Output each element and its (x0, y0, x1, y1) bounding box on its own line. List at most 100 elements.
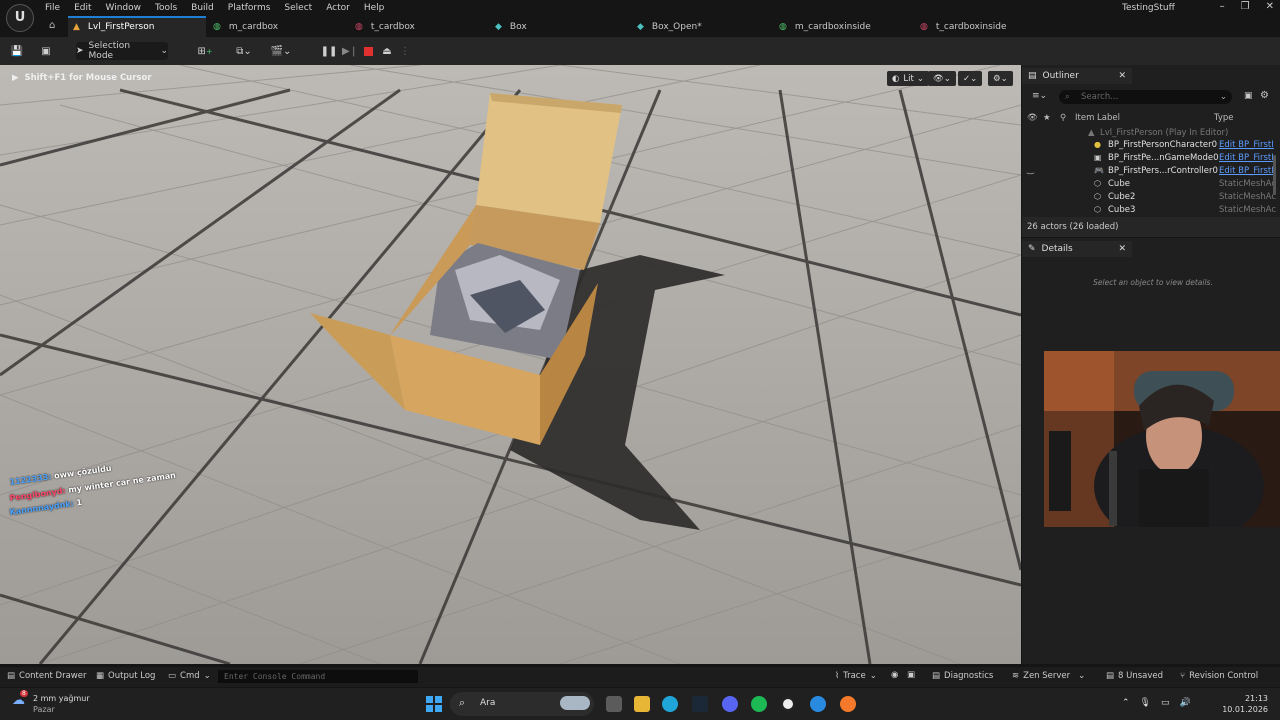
details-empty-message: Select an object to view details. (1093, 278, 1213, 287)
checkmark-icon: ✓ (963, 73, 971, 84)
save-icon[interactable]: 💾 (10, 42, 24, 60)
menu-file[interactable]: File (38, 2, 67, 14)
tab-t-cardbox[interactable]: ◍ t_cardbox (355, 16, 415, 37)
microphone-icon[interactable]: 🎙 (1140, 698, 1151, 708)
document-tabs: ⌂ ▲ Lvl_FirstPerson ◍ m_cardbox ◍ t_card… (0, 16, 1280, 37)
blender-icon[interactable] (840, 696, 856, 712)
minimize-icon[interactable]: – (1220, 1, 1225, 12)
cinematics-button[interactable]: 🎬⌄ (268, 42, 294, 60)
chevron-down-icon: ⌄ (1219, 92, 1227, 102)
network-icon[interactable]: ▭ (1161, 698, 1170, 708)
close-icon[interactable]: ✕ (1266, 1, 1274, 12)
pencil-icon: ✎ (1028, 244, 1036, 254)
unsaved-button[interactable]: ▤ 8 Unsaved (1106, 671, 1163, 681)
show-flags-dropdown[interactable]: 👁 ⌄ (928, 71, 956, 86)
eye-icon: 👁 (933, 73, 944, 84)
outliner-row[interactable]: ▣ BP_FirstPe...nGameMode0 Edit BP_FirstI (1022, 152, 1280, 165)
eject-button[interactable]: ⏏ (380, 42, 394, 60)
weather-widget-icon[interactable]: ☁ 8 (12, 690, 28, 709)
tab-box[interactable]: ◆ Box (495, 16, 527, 37)
unreal-engine-icon[interactable] (780, 696, 796, 712)
viewport-scene (0, 65, 1021, 664)
level-viewport[interactable]: ▶ Shift+F1 for Mouse Cursor ◐ Lit ⌄ 👁 ⌄ ✓ ⌄… (0, 65, 1021, 664)
cmd-dropdown[interactable]: ▭ Cmd ⌄ (168, 671, 211, 681)
chevron-up-icon[interactable]: ⌃ (1122, 698, 1130, 708)
tab-m-cardboxinside[interactable]: ◍ m_cardboxinside (779, 16, 871, 37)
blueprint-button[interactable]: ⧉⌄ (232, 42, 256, 60)
record-icon[interactable]: ◉ (891, 670, 898, 680)
realtime-dropdown[interactable]: ✓ ⌄ (958, 71, 983, 86)
menu-actor[interactable]: Actor (319, 2, 357, 14)
more-options-icon[interactable]: ⋮ (400, 42, 410, 60)
branch-icon: ⑂ (1180, 671, 1186, 681)
add-folder-icon[interactable]: ▣ (1244, 91, 1253, 101)
outliner-row[interactable]: ⬡ Cube StaticMeshAc (1022, 178, 1280, 191)
outliner-search-input[interactable]: ⌕ Search... ⌄ (1059, 90, 1232, 104)
diagnostics-button[interactable]: ▤ Diagnostics (932, 671, 993, 681)
tab-box-open[interactable]: ◆ Box_Open* (637, 16, 702, 37)
viewport-hint: ▶ Shift+F1 for Mouse Cursor (12, 73, 152, 83)
restore-icon[interactable]: ❐ (1241, 1, 1250, 12)
zen-server-dropdown[interactable]: ≋ Zen Server ⌄ (1012, 671, 1085, 681)
taskbar-search-input[interactable]: ⌕ Ara (450, 692, 594, 716)
gamemode-icon: ▣ (1094, 153, 1102, 162)
level-icon: ▲ (73, 21, 80, 32)
unreal-logo-icon[interactable]: U (6, 4, 34, 32)
menu-edit[interactable]: Edit (67, 2, 98, 14)
cursor-icon: ➤ (76, 46, 84, 56)
add-actor-button[interactable]: ⊞ + (194, 42, 216, 60)
close-icon[interactable]: ✕ (1118, 244, 1126, 254)
content-drawer-button[interactable]: ▤ Content Drawer (7, 671, 86, 681)
app-icon[interactable] (810, 696, 826, 712)
level-icon: ▲ (1088, 128, 1095, 138)
console-command-input[interactable]: Enter Console Command (218, 670, 418, 683)
outliner-row[interactable]: ⬡ Cube3 StaticMeshAc (1022, 204, 1280, 216)
status-bar: ▤ Content Drawer ▦ Output Log ▭ Cmd ⌄ Enter … (0, 667, 1280, 687)
outliner-scrollbar[interactable] (1273, 155, 1276, 195)
windows-start-icon[interactable] (426, 696, 442, 712)
menu-window[interactable]: Window (99, 2, 149, 14)
main-menu: File Edit Window Tools Build Platforms S… (38, 2, 391, 14)
spotify-icon[interactable] (751, 696, 767, 712)
home-icon[interactable]: ⌂ (49, 20, 55, 31)
file-explorer-icon[interactable] (634, 696, 650, 712)
screenshot-icon[interactable]: ▣ (907, 670, 915, 680)
trace-dropdown[interactable]: ⌇ Trace ⌄ (835, 671, 877, 681)
speaker-icon[interactable]: 🔊 (1180, 698, 1191, 708)
menu-build[interactable]: Build (184, 2, 221, 14)
menu-platforms[interactable]: Platforms (221, 2, 278, 14)
eye-closed-icon[interactable]: ‿ (1027, 165, 1034, 175)
step-button[interactable]: ▶❘ (342, 42, 358, 60)
pause-button[interactable]: ❚❚ (321, 42, 338, 60)
system-clock[interactable]: 21:13 10.01.2026 (1222, 693, 1268, 715)
tab-lvl-firstperson[interactable]: ▲ Lvl_FirstPerson (68, 16, 206, 37)
mesh-icon: ◆ (637, 21, 644, 32)
details-tab[interactable]: ✎ Details ✕ (1022, 241, 1132, 257)
outliner-row[interactable]: ● BP_FirstPersonCharacter0 Edit BP_First… (1022, 139, 1280, 152)
edge-browser-icon[interactable] (662, 696, 678, 712)
task-view-icon[interactable] (606, 696, 622, 712)
view-mode-dropdown[interactable]: ◐ Lit ⌄ (887, 71, 929, 86)
outliner-row[interactable]: ‿ 🎮 BP_FirstPers...rController0 Edit BP_… (1022, 165, 1280, 178)
webcam-image (1044, 351, 1280, 527)
weather-widget[interactable]: 2 mm yağmur Pazar (33, 693, 90, 715)
stop-button[interactable] (362, 42, 374, 60)
content-browser-icon[interactable]: ▣ (38, 42, 54, 60)
output-log-button[interactable]: ▦ Output Log (96, 671, 155, 681)
filter-icon[interactable]: ≡⌄ (1032, 91, 1047, 101)
revision-control-button[interactable]: ⑂ Revision Control (1180, 671, 1258, 681)
gear-icon[interactable]: ⚙ (1260, 90, 1269, 101)
close-icon[interactable]: ✕ (1118, 71, 1126, 81)
steam-icon[interactable] (692, 696, 708, 712)
menu-tools[interactable]: Tools (148, 2, 184, 14)
viewport-settings-dropdown[interactable]: ⚙ ⌄ (988, 71, 1013, 86)
tab-m-cardbox[interactable]: ◍ m_cardbox (213, 16, 278, 37)
discord-icon[interactable] (722, 696, 738, 712)
menu-help[interactable]: Help (357, 2, 392, 14)
outliner-tab[interactable]: ▤ Outliner ✕ (1022, 68, 1132, 84)
outliner-row[interactable]: ⬡ Cube2 StaticMeshAc (1022, 191, 1280, 204)
menu-select[interactable]: Select (277, 2, 319, 14)
selection-mode-dropdown[interactable]: ➤ Selection Mode ⌄ (76, 41, 168, 61)
mesh-icon: ◆ (495, 21, 502, 32)
tab-t-cardboxinside[interactable]: ◍ t_cardboxinside (920, 16, 1007, 37)
